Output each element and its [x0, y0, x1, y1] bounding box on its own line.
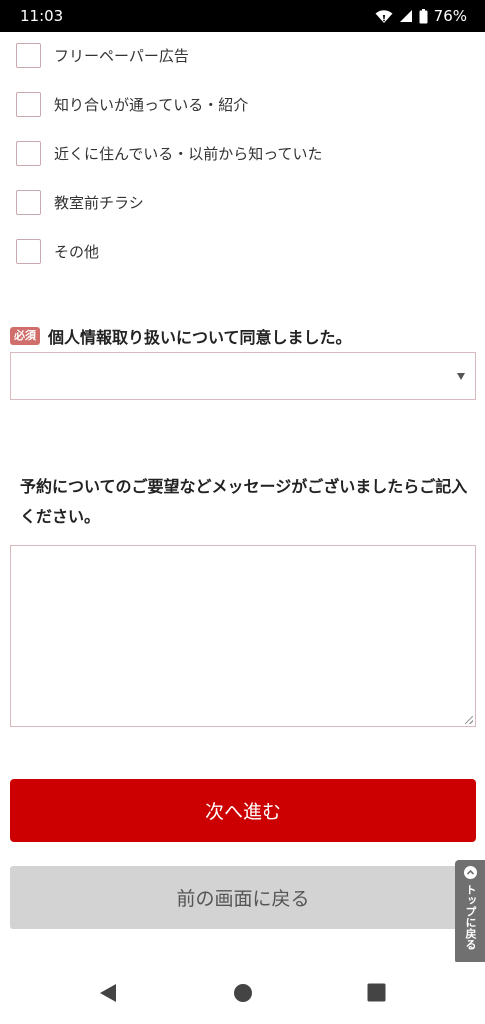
resize-handle-icon[interactable]: [465, 716, 473, 724]
checkbox-row-other[interactable]: その他: [16, 237, 99, 265]
status-bar: 11:03 76%: [0, 0, 485, 32]
consent-label: 個人情報取り扱いについて同意しました。: [48, 328, 352, 347]
nav-home-icon[interactable]: [233, 983, 253, 1007]
checkbox-row-referral[interactable]: 知り合いが通っている・紹介: [16, 90, 248, 118]
back-to-top-button[interactable]: トップに戻る: [455, 860, 485, 964]
checkbox[interactable]: [16, 140, 41, 166]
checkbox-row-nearby[interactable]: 近くに住んでいる・以前から知っていた: [16, 139, 323, 167]
back-to-top-label: トップに戻る: [464, 884, 477, 950]
nav-back-icon[interactable]: [99, 983, 119, 1007]
checkbox[interactable]: [16, 42, 41, 68]
battery-percent: 76%: [433, 7, 467, 25]
reservation-form: フリーペーパー広告 知り合いが通っている・紹介 近くに住んでいる・以前から知って…: [0, 32, 485, 964]
status-time: 11:03: [20, 7, 64, 25]
checkbox-row-free-paper[interactable]: フリーペーパー広告: [16, 41, 189, 69]
checkbox[interactable]: [16, 238, 41, 264]
checkbox-row-flyer[interactable]: 教室前チラシ: [16, 188, 144, 216]
dropdown-arrow-icon: [457, 373, 465, 380]
checkbox-label: 知り合いが通っている・紹介: [54, 95, 249, 114]
back-button[interactable]: 前の画面に戻る: [10, 866, 476, 929]
checkbox-label: フリーペーパー広告: [54, 46, 189, 65]
required-badge: 必須: [10, 327, 40, 345]
cellular-signal-icon: [399, 9, 413, 23]
message-label: 予約についてのご要望などメッセージがございましたらご記入ください。: [20, 477, 468, 526]
next-button[interactable]: 次へ進む: [10, 779, 476, 842]
wifi-icon: [375, 9, 393, 24]
checkbox[interactable]: [16, 91, 41, 117]
status-icons: 76%: [375, 7, 467, 25]
consent-field-label: 必須 個人情報取り扱いについて同意しました。: [10, 324, 352, 348]
checkbox-label: 教室前チラシ: [54, 193, 144, 212]
battery-icon: [419, 8, 428, 24]
nav-recents-icon[interactable]: [367, 983, 386, 1006]
android-nav-bar: [0, 962, 485, 1024]
checkbox-label: 近くに住んでいる・以前から知っていた: [54, 144, 323, 163]
consent-select[interactable]: [10, 352, 476, 400]
checkbox-label: その他: [54, 242, 100, 261]
chevron-up-icon: [463, 866, 477, 879]
checkbox[interactable]: [16, 189, 41, 215]
message-textarea[interactable]: [10, 545, 476, 727]
